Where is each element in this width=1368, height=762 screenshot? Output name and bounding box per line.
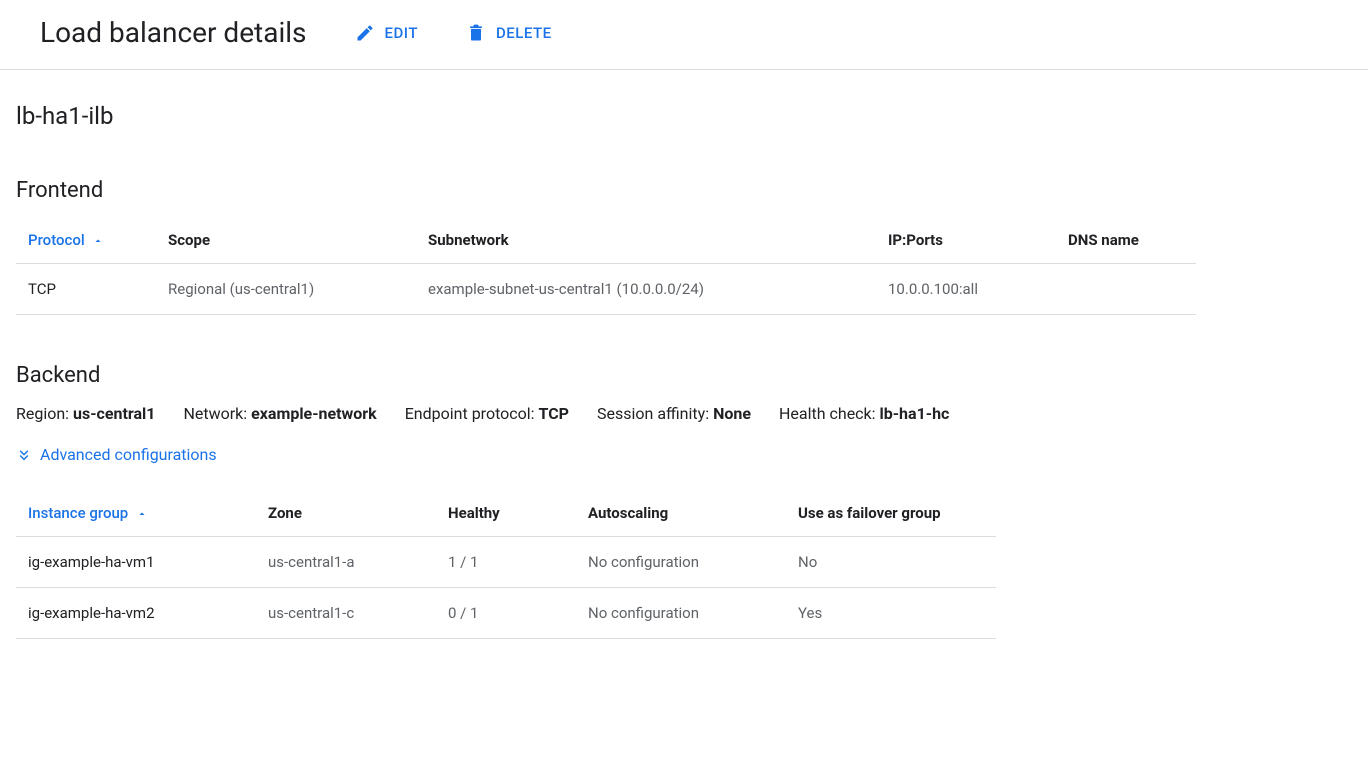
trash-icon xyxy=(466,23,486,43)
col-ip-ports[interactable]: IP:Ports xyxy=(876,219,1056,264)
edit-button[interactable]: EDIT xyxy=(355,23,418,43)
resource-name: lb-ha1-ilb xyxy=(16,102,1352,130)
cell-healthy: 1 / 1 xyxy=(436,537,576,588)
meta-region: Region: us-central1 xyxy=(16,404,155,423)
frontend-table: Protocol Scope Subnetwork IP:Ports DNS n… xyxy=(16,219,1196,315)
delete-button[interactable]: DELETE xyxy=(466,23,552,43)
col-protocol[interactable]: Protocol xyxy=(16,219,156,264)
col-scope[interactable]: Scope xyxy=(156,219,416,264)
backend-header-row: Instance group Zone Healthy Autoscaling … xyxy=(16,492,996,537)
cell-autoscaling: No configuration xyxy=(576,588,786,639)
backend-table: Instance group Zone Healthy Autoscaling … xyxy=(16,492,996,639)
meta-affinity: Session affinity: None xyxy=(597,404,751,423)
pencil-icon xyxy=(355,23,375,43)
backend-meta: Region: us-central1 Network: example-net… xyxy=(16,404,1352,423)
meta-affinity-value: None xyxy=(713,404,751,423)
double-chevron-down-icon xyxy=(16,447,32,463)
cell-healthy: 0 / 1 xyxy=(436,588,576,639)
col-zone[interactable]: Zone xyxy=(256,492,436,537)
meta-network-value: example-network xyxy=(251,404,377,423)
col-healthy[interactable]: Healthy xyxy=(436,492,576,537)
cell-ip-ports: 10.0.0.100:all xyxy=(876,264,1056,315)
sort-up-icon xyxy=(92,235,104,247)
table-row: ig-example-ha-vm1 us-central1-a 1 / 1 No… xyxy=(16,537,996,588)
meta-endpoint: Endpoint protocol: TCP xyxy=(405,404,569,423)
cell-failover: No xyxy=(786,537,996,588)
frontend-header-row: Protocol Scope Subnetwork IP:Ports DNS n… xyxy=(16,219,1196,264)
frontend-section-title: Frontend xyxy=(16,178,1352,203)
header-bar: Load balancer details EDIT DELETE xyxy=(0,0,1368,70)
col-instance-group[interactable]: Instance group xyxy=(16,492,256,537)
meta-health-label: Health check: xyxy=(779,404,880,423)
cell-subnetwork: example-subnet-us-central1 (10.0.0.0/24) xyxy=(416,264,876,315)
meta-region-label: Region: xyxy=(16,404,73,423)
meta-network-label: Network: xyxy=(183,404,251,423)
content: lb-ha1-ilb Frontend Protocol Scope Subne… xyxy=(0,70,1368,655)
meta-endpoint-value: TCP xyxy=(539,404,569,423)
col-protocol-label: Protocol xyxy=(28,231,85,249)
cell-zone: us-central1-c xyxy=(256,588,436,639)
col-instance-group-label: Instance group xyxy=(28,504,128,522)
meta-endpoint-label: Endpoint protocol: xyxy=(405,404,539,423)
advanced-configurations-toggle[interactable]: Advanced configurations xyxy=(16,445,217,464)
meta-health: Health check: lb-ha1-hc xyxy=(779,404,949,423)
col-dns-name[interactable]: DNS name xyxy=(1056,219,1196,264)
table-row: TCP Regional (us-central1) example-subne… xyxy=(16,264,1196,315)
cell-zone: us-central1-a xyxy=(256,537,436,588)
cell-dns-name xyxy=(1056,264,1196,315)
advanced-configurations-label: Advanced configurations xyxy=(40,445,217,464)
col-subnetwork[interactable]: Subnetwork xyxy=(416,219,876,264)
cell-protocol: TCP xyxy=(16,264,156,315)
delete-button-label: DELETE xyxy=(496,24,552,42)
col-autoscaling[interactable]: Autoscaling xyxy=(576,492,786,537)
meta-network: Network: example-network xyxy=(183,404,376,423)
page-title: Load balancer details xyxy=(40,16,307,49)
sort-up-icon xyxy=(136,508,148,520)
cell-failover: Yes xyxy=(786,588,996,639)
table-row: ig-example-ha-vm2 us-central1-c 0 / 1 No… xyxy=(16,588,996,639)
edit-button-label: EDIT xyxy=(385,24,418,42)
cell-instance-group: ig-example-ha-vm1 xyxy=(16,537,256,588)
cell-scope: Regional (us-central1) xyxy=(156,264,416,315)
meta-region-value: us-central1 xyxy=(73,404,155,423)
cell-autoscaling: No configuration xyxy=(576,537,786,588)
cell-instance-group: ig-example-ha-vm2 xyxy=(16,588,256,639)
meta-health-value: lb-ha1-hc xyxy=(880,404,950,423)
backend-section-title: Backend xyxy=(16,363,1352,388)
meta-affinity-label: Session affinity: xyxy=(597,404,713,423)
col-failover[interactable]: Use as failover group xyxy=(786,492,996,537)
